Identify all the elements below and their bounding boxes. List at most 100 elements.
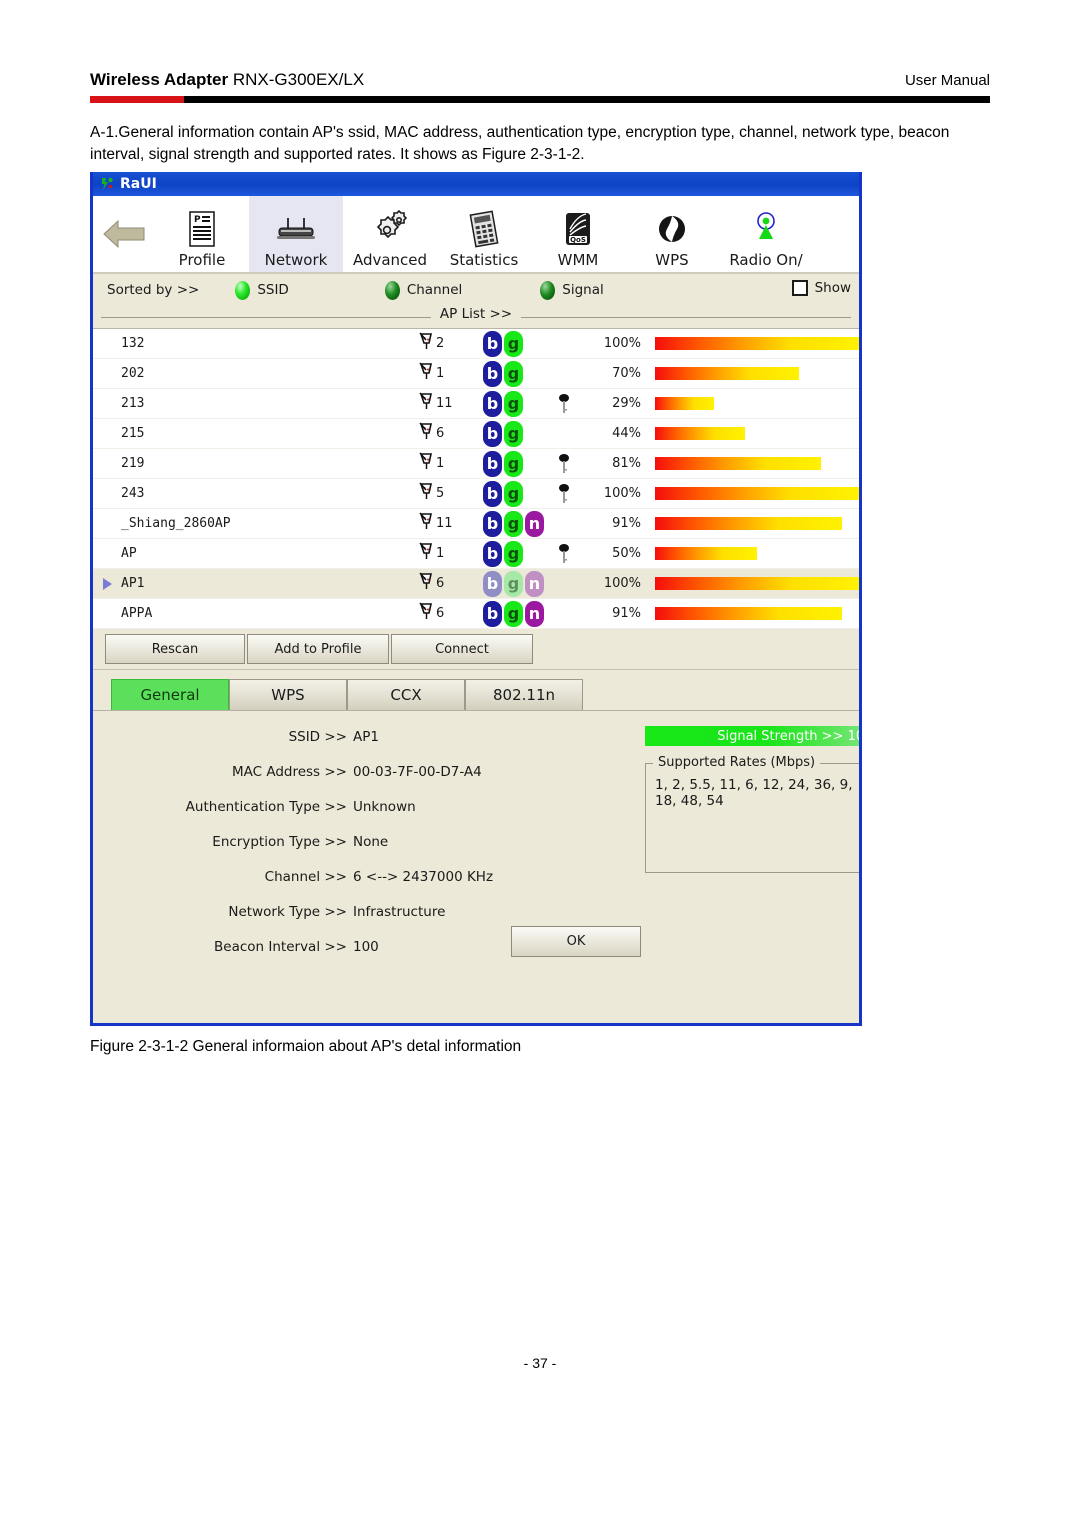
tab-ccx[interactable]: CCX (347, 679, 465, 710)
detail-tabstrip: General WPS CCX 802.11n (93, 669, 859, 710)
detail-field-value: 6 <--> 2437000 KHz (353, 869, 494, 885)
toolbar-item-statistics[interactable]: Statistics (437, 196, 531, 272)
ap-channel-cell: 1 (418, 451, 444, 476)
action-button-add-to-profile[interactable]: Add to Profile (247, 634, 389, 664)
intro-paragraph: A-1.General information contain AP's ssi… (90, 124, 950, 163)
ap-channel-number: 6 (436, 576, 445, 591)
ap-ssid-label: 219 (121, 456, 145, 471)
show-checkbox[interactable]: Show (791, 280, 851, 296)
ap-list-row[interactable]: 132 2 b g 100% (93, 329, 859, 359)
ap-list-row[interactable]: 202 1 b g 70% (93, 359, 859, 389)
ap-signal-percent: 100% (603, 336, 641, 351)
detail-field-label: Encryption Type >> (212, 834, 347, 850)
ap-list-row[interactable]: 215 6 b g 44% (93, 419, 859, 449)
ap-signal-bar (655, 367, 799, 380)
ap-list-row[interactable]: APPA 6 b g n 91% (93, 599, 859, 629)
ap-modes-cell: bg (483, 390, 523, 417)
antenna-icon (418, 601, 435, 626)
mode-badge-b-icon: b (483, 540, 502, 567)
tab-label: General (140, 686, 200, 704)
ap-list-row[interactable]: 243 5 b g 100% (93, 479, 859, 509)
radio-led-channel-icon (384, 280, 400, 300)
ap-modes-cell: bgn (483, 570, 544, 597)
security-key-icon (557, 483, 571, 505)
tab-general[interactable]: General (111, 679, 229, 710)
ap-channel-cell: 2 (418, 331, 444, 356)
toolbar-item-advanced[interactable]: Advanced (343, 196, 437, 272)
mode-badge-n-icon: n (525, 510, 544, 537)
statistics-calculator-icon (467, 207, 501, 251)
sort-option-ssid[interactable]: SSID (235, 280, 289, 300)
toolbar-item-profile[interactable]: P Profile (155, 196, 249, 272)
antenna-icon (418, 511, 435, 536)
toolbar-item-network[interactable]: Network (249, 196, 343, 272)
ap-list-table[interactable]: 132 2 b g 100% 202 1 b g 70% 213 11 b g 29% 215 6 b g 44% 21… (93, 328, 859, 629)
ap-channel-cell: 6 (418, 571, 444, 596)
mode-badge-g-icon: g (504, 480, 523, 507)
toolbar-item-radio-toggle[interactable]: Radio On/ (719, 196, 813, 272)
manual-title: Wireless Adapter RNX-G300EX/LX (90, 70, 364, 90)
ap-list-row[interactable]: 213 11 b g 29% (93, 389, 859, 419)
detail-field-value: Infrastructure (353, 904, 446, 920)
toolbar-label-wps: WPS (655, 251, 689, 269)
ap-ssid-label: AP1 (121, 576, 145, 591)
ap-signal-percent: 100% (603, 486, 641, 501)
ap-channel-cell: 6 (418, 601, 444, 626)
sort-option-channel-label: Channel (406, 282, 463, 298)
tab-wps[interactable]: WPS (229, 679, 347, 710)
ok-button[interactable]: OK (511, 926, 641, 957)
supported-rates-legend: Supported Rates (Mbps) (653, 755, 821, 770)
radio-led-signal-icon (540, 280, 556, 300)
ap-signal-percent: 91% (612, 516, 641, 531)
ap-list-row[interactable]: 219 1 b g 81% (93, 449, 859, 479)
security-key-icon (557, 393, 571, 415)
toolbar-label-radio-toggle: Radio On/ (729, 251, 803, 269)
ap-list-legend: AP List >> (93, 306, 859, 328)
detail-field-row: MAC Address >> 00-03-7F-00-D7-A4 (93, 764, 543, 780)
tab-802-11n[interactable]: 802.11n (465, 679, 583, 710)
ap-signal-bar (655, 607, 842, 620)
mode-badge-b-icon: b (483, 600, 502, 627)
ap-signal-percent: 91% (612, 606, 641, 621)
action-button-connect[interactable]: Connect (391, 634, 533, 664)
raui-application-window: RaUI P Profile Network Advanced Statisti… (90, 172, 862, 1026)
detail-field-value: None (353, 834, 389, 850)
ap-list-row[interactable]: _Shiang_2860AP 11 b g n 91% (93, 509, 859, 539)
ap-ssid-label: AP (121, 546, 137, 561)
security-key-icon (557, 543, 571, 565)
ap-signal-percent: 50% (612, 546, 641, 561)
mode-badge-b-icon: b (483, 570, 502, 597)
ap-signal-bar (655, 457, 821, 470)
ap-modes-cell: bgn (483, 600, 544, 627)
ap-signal-bar (655, 337, 859, 350)
ap-modes-cell: bgn (483, 510, 544, 537)
toolbar-item-wps[interactable]: WPS (625, 196, 719, 272)
toolbar-label-network: Network (264, 251, 328, 269)
ap-signal-bar (655, 487, 859, 500)
sort-option-signal[interactable]: Signal (540, 280, 604, 300)
detail-field-value: AP1 (353, 729, 379, 745)
wps-icon (656, 207, 688, 251)
ap-channel-number: 1 (436, 366, 445, 381)
ap-action-buttons: Rescan Add to Profile Connect (93, 629, 859, 669)
back-arrow-icon[interactable] (93, 196, 155, 272)
checkbox-square-icon (791, 280, 808, 296)
sort-option-channel[interactable]: Channel (384, 280, 463, 300)
ap-channel-cell: 5 (418, 481, 444, 506)
ap-ssid-label: 215 (121, 426, 145, 441)
ap-list-row[interactable]: AP1 6 b g n 100% (93, 569, 859, 599)
action-button-rescan[interactable]: Rescan (105, 634, 245, 664)
mode-badge-b-icon: b (483, 360, 502, 387)
ap-signal-bar (655, 577, 859, 590)
detail-field-label: Channel >> (264, 869, 347, 885)
ap-signal-bar (655, 427, 745, 440)
antenna-icon (418, 331, 435, 356)
supported-rates-value: 1, 2, 5.5, 11, 6, 12, 24, 36, 9, 18, 48,… (655, 777, 853, 809)
action-button-label: Connect (435, 641, 489, 657)
ap-modes-cell: bg (483, 360, 523, 387)
antenna-icon (418, 451, 435, 476)
action-button-label: Rescan (151, 641, 199, 657)
ap-list-row[interactable]: AP 1 b g 50% (93, 539, 859, 569)
toolbar-item-wmm[interactable]: QoS WMM (531, 196, 625, 272)
tab-label: WPS (271, 686, 305, 704)
